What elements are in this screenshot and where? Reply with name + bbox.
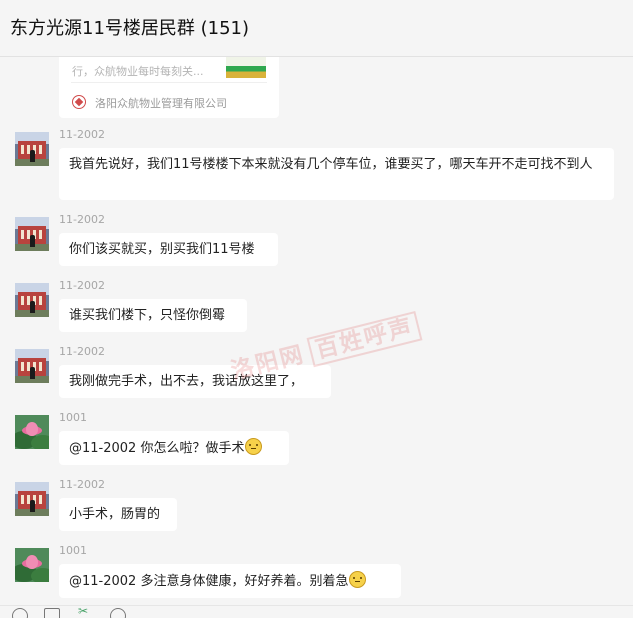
sender-name: 11-2002 (59, 213, 105, 226)
smile-emoji-icon (349, 571, 367, 588)
sender-name: 1001 (59, 544, 87, 557)
message-bubble[interactable]: @11-2002 多注意身体健康，好好养着。别着急 (59, 564, 401, 598)
sender-name: 11-2002 (59, 128, 105, 141)
sender-name: 11-2002 (59, 345, 105, 358)
lotus-avatar[interactable] (15, 415, 49, 449)
building-avatar[interactable] (15, 217, 49, 251)
chat-history-icon[interactable] (110, 608, 126, 618)
building-avatar[interactable] (15, 349, 49, 383)
watermark-column: 百姓呼声 (306, 311, 423, 368)
card-source: 洛阳众航物业管理有限公司 (95, 97, 227, 110)
message-text: @11-2002 多注意身体健康，好好养着。别着急 (69, 574, 349, 589)
message-bubble[interactable]: @11-2002 你怎么啦？做手术 (59, 431, 289, 465)
message-bubble[interactable]: 我首先说好，我们11号楼楼下本来就没有几个停车位，谁要买了，哪天车开不走可找不到… (59, 148, 614, 200)
message-bubble[interactable]: 你们该买就买，别买我们11号楼 (59, 233, 278, 266)
message-list[interactable]: 行，众航物业每时每刻关... 洛阳众航物业管理有限公司 11-2002 我首先说… (0, 57, 633, 605)
input-toolbar: ✂ (0, 605, 633, 618)
emoji-icon[interactable] (12, 608, 28, 618)
sender-name: 1001 (59, 411, 87, 424)
shared-link-card[interactable]: 行，众航物业每时每刻关... 洛阳众航物业管理有限公司 (59, 57, 279, 118)
smile-emoji-icon (245, 438, 263, 455)
message-text: @11-2002 你怎么啦？做手术 (69, 441, 245, 456)
building-avatar[interactable] (15, 482, 49, 516)
building-avatar[interactable] (15, 132, 49, 166)
group-chat-title[interactable]: 东方光源11号楼居民群 (151) (10, 14, 249, 40)
folder-icon[interactable] (44, 608, 60, 618)
scissors-icon[interactable]: ✂ (78, 606, 94, 618)
sender-name: 11-2002 (59, 478, 105, 491)
company-logo-icon (72, 95, 86, 109)
card-thumbnail (226, 57, 266, 78)
sender-name: 11-2002 (59, 279, 105, 292)
message-bubble[interactable]: 谁买我们楼下，只怪你倒霉 (59, 299, 247, 332)
building-avatar[interactable] (15, 283, 49, 317)
chat-header: 东方光源11号楼居民群 (151) (0, 0, 633, 57)
card-description: 行，众航物业每时每刻关... (72, 65, 204, 78)
card-divider (71, 82, 267, 83)
message-bubble[interactable]: 小手术，肠胃的 (59, 498, 177, 531)
lotus-avatar[interactable] (15, 548, 49, 582)
